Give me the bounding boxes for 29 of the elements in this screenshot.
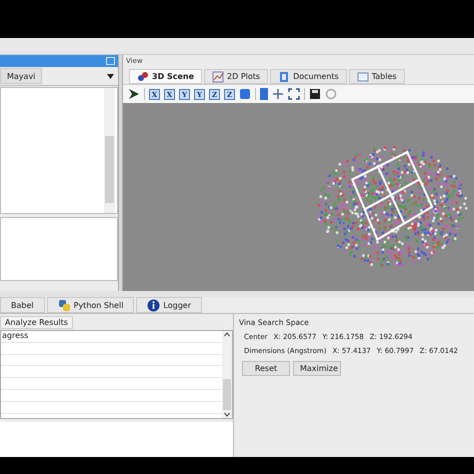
tab[interactable]: Mayavi bbox=[0, 68, 42, 84]
pointer-icon[interactable] bbox=[128, 88, 140, 100]
scroll-down-icon[interactable] bbox=[224, 410, 230, 418]
tab[interactable]: 3D Scene bbox=[129, 69, 202, 84]
python-icon bbox=[58, 298, 71, 312]
minimize-icon[interactable] bbox=[106, 57, 115, 65]
tab[interactable]: 2D Plots bbox=[204, 69, 268, 84]
cube-icon[interactable] bbox=[239, 88, 251, 100]
tab[interactable]: Logger bbox=[136, 297, 202, 313]
tab[interactable]: Babel bbox=[0, 297, 45, 313]
push-button[interactable]: Maximize bbox=[293, 361, 341, 376]
list-item[interactable]: agress bbox=[1, 331, 222, 343]
scroll-up-icon[interactable] bbox=[224, 331, 230, 339]
molecule-icon bbox=[137, 70, 149, 82]
info-icon bbox=[147, 298, 160, 312]
fullscreen-icon[interactable] bbox=[288, 88, 300, 100]
axes-icon[interactable] bbox=[272, 88, 284, 100]
tab[interactable]: Analyze Results bbox=[0, 316, 73, 329]
push-button[interactable]: Reset bbox=[242, 361, 290, 376]
save-icon[interactable] bbox=[309, 88, 321, 100]
tab[interactable]: Tables bbox=[348, 69, 405, 84]
chart-icon bbox=[212, 70, 224, 82]
scrollbar[interactable] bbox=[104, 88, 115, 213]
scrollbar[interactable] bbox=[222, 331, 232, 418]
document-icon bbox=[278, 70, 290, 82]
dropdown-arrow-icon[interactable] bbox=[107, 74, 114, 78]
table-icon bbox=[356, 70, 369, 82]
tab[interactable]: Documents bbox=[270, 69, 347, 84]
tab[interactable]: Python Shell bbox=[46, 297, 134, 313]
